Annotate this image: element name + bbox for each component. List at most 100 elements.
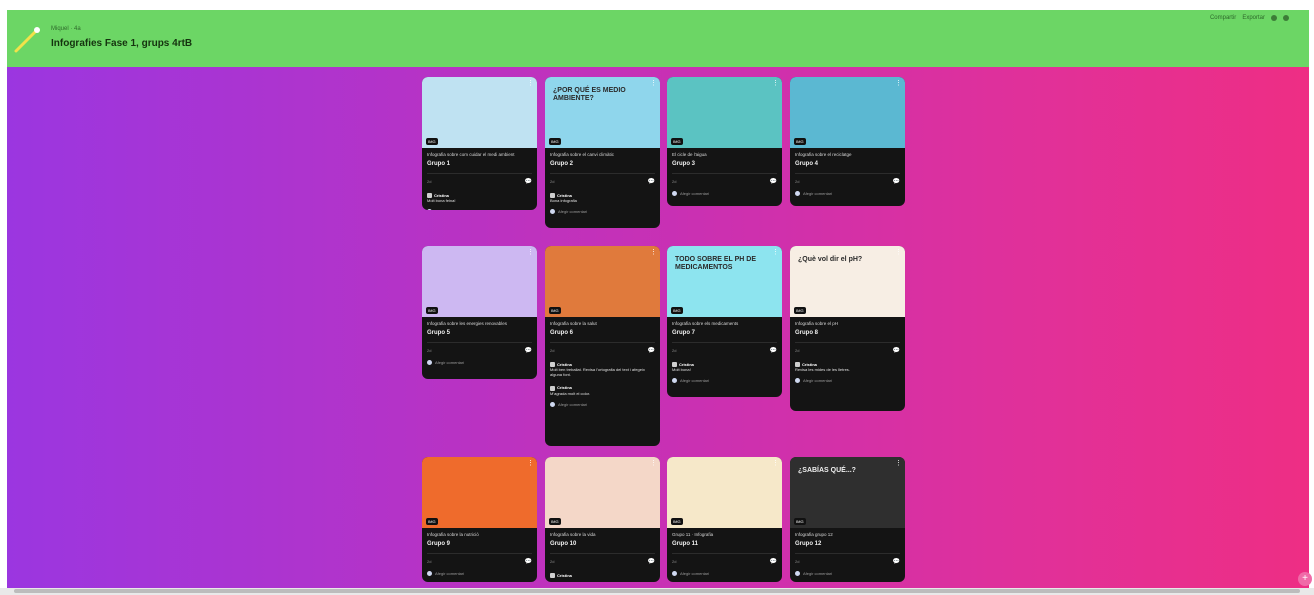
comment-icon[interactable]: 💬: [525, 178, 532, 185]
post-group: Grupo 2: [550, 161, 574, 167]
more-icon[interactable]: ⋮: [895, 248, 902, 256]
post-time: 2d: [427, 348, 432, 353]
share-button[interactable]: Compartir: [1210, 15, 1236, 21]
post-title: El cicle de l'aigua: [672, 152, 707, 157]
more-icon[interactable]: ⋮: [772, 248, 779, 256]
settings-icon[interactable]: [1271, 15, 1277, 21]
plus-icon: [672, 378, 677, 384]
comment-author: Cristina: [557, 573, 572, 578]
comment-author: Cristina: [679, 362, 694, 367]
comment-icon[interactable]: 💬: [770, 558, 777, 565]
post-card[interactable]: ⋮ IMG Infografia sobre les energies renova…: [422, 246, 537, 379]
post-thumbnail[interactable]: ⋮ IMG: [790, 77, 905, 148]
more-icon[interactable]: ⋮: [772, 79, 779, 87]
add-comment-button[interactable]: Afegir comentari: [427, 209, 532, 210]
comment-icon[interactable]: 💬: [525, 347, 532, 354]
post-thumbnail[interactable]: ⋮ IMG: [667, 457, 782, 528]
post-body: Infografia grupo 12 Grupo 12 2d 💬 Afegir com…: [790, 528, 905, 582]
post-group: Grupo 7: [672, 330, 696, 336]
post-meta-row: 2d 💬: [550, 178, 655, 185]
post-time: 2d: [427, 559, 432, 564]
more-icon[interactable]: ⋮: [527, 79, 534, 87]
comment-icon[interactable]: 💬: [525, 558, 532, 565]
post-thumbnail[interactable]: ⋮ IMG: [422, 77, 537, 148]
add-comment-button[interactable]: Afegir comentari: [795, 378, 900, 384]
post-thumbnail[interactable]: ¿SABÍAS QUÉ...? ⋮ IMG: [790, 457, 905, 528]
post-group: Grupo 4: [795, 161, 819, 167]
more-icon[interactable]: ⋮: [527, 248, 534, 256]
post-group: Grupo 11: [672, 541, 699, 547]
post-card[interactable]: ¿Què vol dir el pH? ⋮ IMG Infografia sobre …: [790, 246, 905, 411]
post-time: 2d: [795, 179, 800, 184]
plus-icon: [427, 571, 432, 576]
add-comment-button[interactable]: Afegir comentari: [795, 571, 900, 576]
add-comment-button[interactable]: Afegir comentari: [672, 191, 777, 196]
post-card[interactable]: ⋮ IMG Infografia sobre la vida Grupo 10 2d 💬 C…: [545, 457, 660, 582]
post-thumbnail[interactable]: ⋮ IMG: [545, 246, 660, 317]
post-divider: [672, 173, 777, 174]
post-thumbnail[interactable]: ⋮ IMG: [422, 457, 537, 528]
comment-text: M'agrada molt el color.: [550, 390, 591, 396]
post-body: Infografia sobre com cuidar el medi ambi…: [422, 148, 537, 210]
media-tag: IMG: [549, 138, 561, 145]
post-comment: Cristina: [550, 573, 655, 579]
comment-icon[interactable]: 💬: [648, 347, 655, 354]
add-comment-button[interactable]: Afegir comentari: [550, 209, 655, 215]
post-thumbnail[interactable]: TODO SOBRE EL PH DE MEDICAMENTOS ⋮ IMG: [667, 246, 782, 317]
post-card[interactable]: ⋮ IMG Infografia sobre la salut Grupo 6 2d 💬 C…: [545, 246, 660, 446]
comment-icon[interactable]: 💬: [648, 558, 655, 565]
comment-text: Molt bona!: [672, 367, 691, 373]
more-icon[interactable]: [1283, 15, 1289, 21]
comment-icon[interactable]: 💬: [893, 558, 900, 565]
comment-icon[interactable]: 💬: [893, 347, 900, 354]
post-meta-row: 2d 💬: [672, 347, 777, 354]
add-comment-label: Afegir comentari: [558, 209, 588, 215]
more-icon[interactable]: ⋮: [527, 459, 534, 467]
post-card[interactable]: ⋮ IMG El cicle de l'aigua Grupo 3 2d 💬 Afegir …: [667, 77, 782, 206]
post-group: Grupo 10: [550, 541, 577, 547]
post-group: Grupo 8: [795, 330, 819, 336]
avatar: [550, 573, 555, 579]
plus-icon: [427, 360, 432, 365]
post-thumbnail[interactable]: ¿Què vol dir el pH? ⋮ IMG: [790, 246, 905, 317]
add-comment-button[interactable]: Afegir comentari: [672, 378, 777, 384]
media-tag: IMG: [671, 518, 683, 525]
add-post-button[interactable]: +: [1298, 572, 1312, 586]
comment-author: Cristina: [434, 193, 449, 198]
more-icon[interactable]: ⋮: [650, 459, 657, 467]
add-comment-button[interactable]: Afegir comentari: [672, 571, 777, 576]
more-icon[interactable]: ⋮: [650, 248, 657, 256]
post-thumbnail[interactable]: ⋮ IMG: [545, 457, 660, 528]
post-thumbnail[interactable]: ¿POR QUÉ ES MEDIO AMBIENTE? ⋮ IMG: [545, 77, 660, 148]
post-card[interactable]: ¿POR QUÉ ES MEDIO AMBIENTE? ⋮ IMG Infografi…: [545, 77, 660, 228]
add-comment-button[interactable]: Afegir comentari: [427, 571, 532, 576]
thumbnail-text: ¿POR QUÉ ES MEDIO AMBIENTE?: [553, 87, 626, 102]
export-button[interactable]: Exportar: [1242, 15, 1265, 21]
post-card[interactable]: ⋮ IMG Infografia sobre el reciclatge Grupo …: [790, 77, 905, 206]
post-title: Infografia sobre la salut: [550, 321, 597, 326]
add-comment-button[interactable]: Afegir comentari: [427, 360, 532, 365]
comment-icon[interactable]: 💬: [770, 178, 777, 185]
scrollbar-thumb[interactable]: [14, 589, 1300, 593]
more-icon[interactable]: ⋮: [650, 79, 657, 87]
add-comment-button[interactable]: Afegir comentari: [550, 401, 655, 407]
add-comment-label: Afegir comentari: [435, 209, 464, 210]
post-card[interactable]: TODO SOBRE EL PH DE MEDICAMENTOS ⋮ IMG Info…: [667, 246, 782, 397]
post-card[interactable]: ⋮ IMG Grupo 11 · Infografia Grupo 11 2d 💬 Afeg…: [667, 457, 782, 582]
comment-icon[interactable]: 💬: [893, 178, 900, 185]
add-comment-button[interactable]: Afegir comentari: [795, 191, 900, 196]
post-body: Infografia sobre la nutrició Grupo 9 2d 💬 Af…: [422, 528, 537, 582]
post-title: Infografia sobre els medicaments: [672, 321, 739, 326]
post-card[interactable]: ¿SABÍAS QUÉ...? ⋮ IMG Infografia grupo 12 Gr…: [790, 457, 905, 582]
post-thumbnail[interactable]: ⋮ IMG: [667, 77, 782, 148]
more-icon[interactable]: ⋮: [772, 459, 779, 467]
comment-icon[interactable]: 💬: [770, 347, 777, 354]
post-card[interactable]: ⋮ IMG Infografia sobre com cuidar el medi …: [422, 77, 537, 210]
plus-icon: [550, 401, 555, 407]
comment-icon[interactable]: 💬: [648, 178, 655, 185]
post-divider: [550, 173, 655, 174]
post-card[interactable]: ⋮ IMG Infografia sobre la nutrició Grupo 9 2…: [422, 457, 537, 582]
post-thumbnail[interactable]: ⋮ IMG: [422, 246, 537, 317]
more-icon[interactable]: ⋮: [895, 79, 902, 87]
more-icon[interactable]: ⋮: [895, 459, 902, 467]
